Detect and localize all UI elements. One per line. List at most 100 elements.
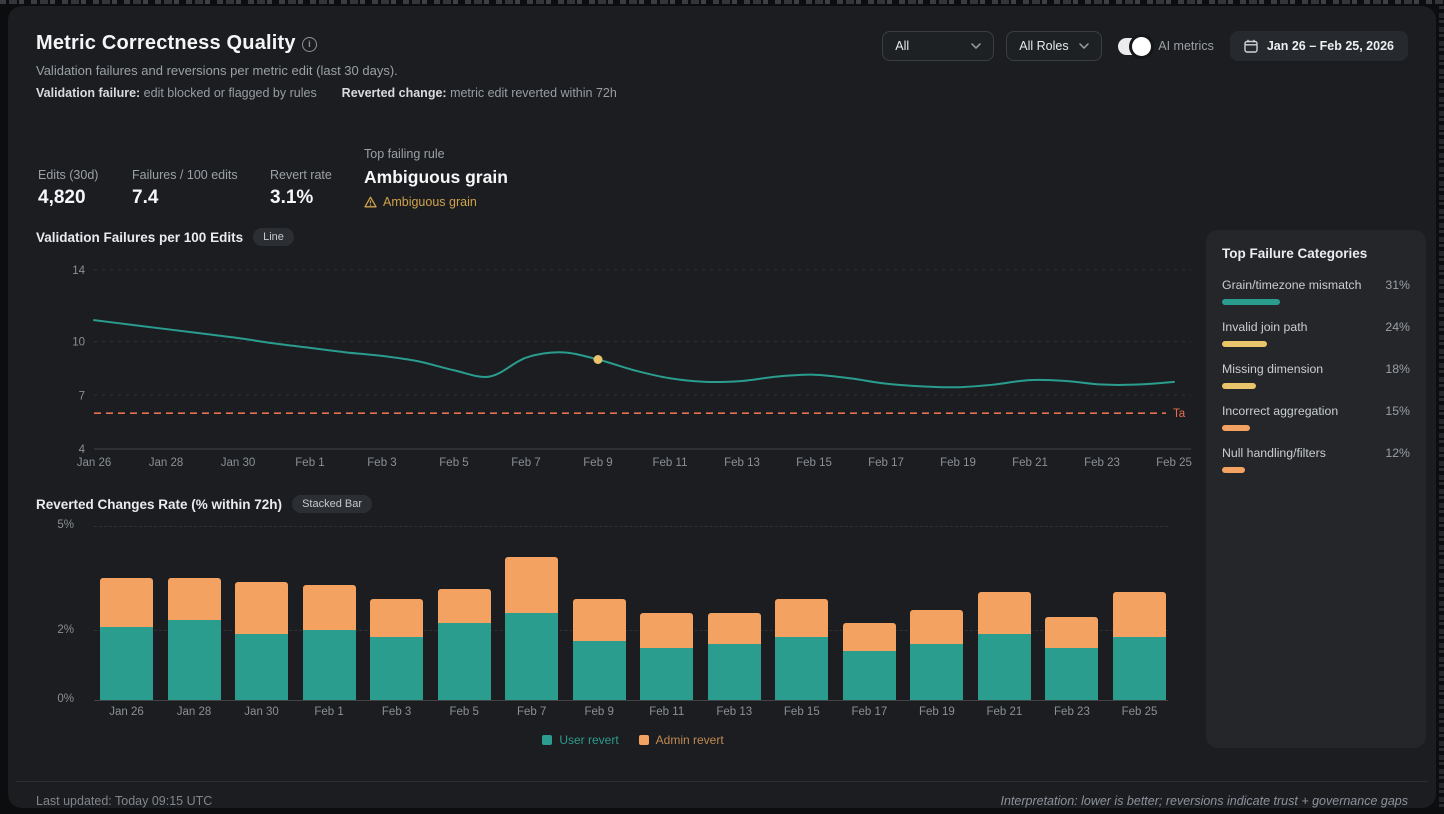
line-x-tick: Feb 19 bbox=[940, 457, 976, 469]
failure-category-item: Grain/timezone mismatch 31% bbox=[1222, 278, 1410, 305]
roles-select[interactable]: All Roles bbox=[1006, 31, 1103, 61]
bar-x-tick: Feb 3 bbox=[381, 706, 412, 718]
user-revert-segment bbox=[167, 619, 221, 700]
bar-y-tick: 2% bbox=[57, 624, 74, 636]
line-x-tick: Feb 3 bbox=[367, 457, 396, 469]
roles-select-value: All Roles bbox=[1019, 39, 1069, 53]
legend-swatch bbox=[638, 735, 649, 745]
failure-category-label: Missing dimension bbox=[1222, 362, 1324, 376]
legend-label: User revert bbox=[559, 733, 619, 747]
dashboard-card: Metric Correctness Quality i Validation … bbox=[8, 6, 1436, 808]
top-failing-rule-label: Top failing rule bbox=[364, 147, 445, 161]
bar-x-tick: Feb 1 bbox=[314, 706, 344, 718]
bar-x-tick: Feb 21 bbox=[986, 706, 1023, 718]
user-revert-segment bbox=[505, 613, 559, 700]
user-revert-segment bbox=[707, 644, 761, 700]
admin-revert-segment bbox=[572, 599, 626, 641]
stacked-bar bbox=[707, 526, 761, 700]
admin-revert-segment bbox=[302, 585, 356, 631]
ai-metrics-toggle[interactable] bbox=[1118, 36, 1152, 56]
admin-revert-segment bbox=[1045, 616, 1099, 648]
stacked-bar bbox=[572, 526, 626, 700]
bar-x-tick: Feb 25 bbox=[1121, 706, 1158, 718]
user-revert-segment bbox=[842, 651, 896, 700]
admin-revert-segment bbox=[640, 613, 694, 648]
ai-metrics-toggle-group: AI metrics bbox=[1118, 36, 1214, 56]
stacked-bar bbox=[235, 526, 289, 700]
line-x-tick: Feb 17 bbox=[868, 457, 904, 469]
scope-select[interactable]: All bbox=[882, 31, 995, 61]
admin-revert-segment bbox=[1112, 592, 1166, 638]
failure-category-percent: 15% bbox=[1385, 404, 1410, 418]
failure-category-bar bbox=[1222, 341, 1268, 347]
admin-revert-segment bbox=[167, 578, 221, 620]
scope-select-value: All bbox=[895, 39, 910, 53]
line-x-tick: Feb 13 bbox=[724, 457, 760, 469]
line-x-tick: Feb 23 bbox=[1084, 457, 1120, 469]
bar-x-tick: Feb 17 bbox=[851, 706, 888, 718]
definition-text: edit blocked or flagged by rules bbox=[143, 86, 317, 100]
failure-rate-line bbox=[93, 319, 1175, 389]
legend-swatch bbox=[542, 735, 553, 745]
failure-category-label: Incorrect aggregation bbox=[1222, 404, 1339, 418]
top-failing-rule-value: Ambiguous grain bbox=[364, 167, 508, 187]
info-icon[interactable]: i bbox=[302, 37, 317, 52]
top-failing-rule-warning-text: Ambiguous grain bbox=[383, 195, 477, 209]
failure-category-bar bbox=[1222, 299, 1281, 305]
clipped-content-artifact-top bbox=[0, 0, 1444, 4]
line-x-tick: Feb 21 bbox=[1012, 457, 1048, 469]
failure-category-percent: 18% bbox=[1385, 362, 1410, 376]
bar-x-tick: Feb 9 bbox=[584, 706, 614, 718]
date-range-picker[interactable]: Jan 26 – Feb 25, 2026 bbox=[1229, 31, 1408, 61]
highlighted-point[interactable] bbox=[593, 355, 603, 364]
stacked-bar bbox=[505, 526, 559, 700]
user-revert-segment bbox=[302, 630, 356, 700]
admin-revert-segment bbox=[775, 599, 829, 638]
admin-revert-segment bbox=[235, 581, 289, 634]
stacked-bar bbox=[1112, 526, 1166, 700]
failure-category-item: Missing dimension 18% bbox=[1222, 362, 1410, 389]
panel-title: Top Failure Categories bbox=[1222, 246, 1368, 261]
failure-category-percent: 31% bbox=[1385, 278, 1410, 292]
line-y-tick: 10 bbox=[72, 337, 85, 349]
stacked-bar bbox=[370, 526, 424, 700]
line-x-tick: Feb 7 bbox=[511, 457, 540, 469]
bar-y-tick: 0% bbox=[57, 693, 74, 705]
kpi-revert-label: Revert rate bbox=[270, 168, 332, 182]
user-revert-segment bbox=[572, 640, 626, 700]
stacked-bar-plot bbox=[100, 526, 1166, 700]
definition-term: Reverted change: bbox=[341, 86, 447, 100]
line-x-tick: Feb 15 bbox=[796, 457, 832, 469]
line-x-tick: Feb 1 bbox=[295, 457, 324, 469]
stacked-bar bbox=[842, 526, 896, 700]
admin-revert-segment bbox=[910, 609, 964, 645]
failure-category-bar bbox=[1222, 467, 1245, 473]
chevron-down-icon bbox=[971, 43, 982, 49]
failure-category-bar bbox=[1222, 425, 1251, 431]
warning-triangle-icon bbox=[364, 196, 377, 208]
line-x-tick: Feb 5 bbox=[439, 457, 468, 469]
failure-category-bar bbox=[1222, 383, 1256, 389]
user-revert-segment bbox=[370, 637, 424, 700]
line-x-tick: Jan 28 bbox=[149, 457, 184, 469]
page-subtitle: Validation failures and reversions per m… bbox=[36, 63, 398, 78]
definition-text: metric edit reverted within 72h bbox=[450, 86, 617, 100]
admin-revert-segment bbox=[842, 623, 896, 652]
date-range-value: Jan 26 – Feb 25, 2026 bbox=[1266, 39, 1394, 53]
legend-item: Admin revert bbox=[638, 733, 724, 747]
line-y-tick: 14 bbox=[72, 265, 85, 277]
calendar-icon bbox=[1244, 39, 1258, 53]
kpi-revert-value: 3.1% bbox=[270, 187, 314, 208]
user-revert-segment bbox=[977, 633, 1031, 700]
kpi-failures-value: 7.4 bbox=[132, 187, 159, 208]
bar-y-tick: 5% bbox=[57, 519, 74, 531]
chevron-down-icon bbox=[1079, 43, 1090, 49]
user-revert-segment bbox=[235, 633, 289, 700]
top-failure-categories-panel: Top Failure Categories Grain/timezone mi… bbox=[1206, 230, 1426, 748]
target-line-label: Ta bbox=[1173, 408, 1186, 420]
user-revert-segment bbox=[1045, 647, 1099, 700]
line-x-tick: Jan 30 bbox=[221, 457, 256, 469]
bar-x-tick: Jan 30 bbox=[244, 706, 279, 718]
stacked-bar bbox=[977, 526, 1031, 700]
line-chart-header: Validation Failures per 100 Edits Line bbox=[36, 228, 294, 246]
